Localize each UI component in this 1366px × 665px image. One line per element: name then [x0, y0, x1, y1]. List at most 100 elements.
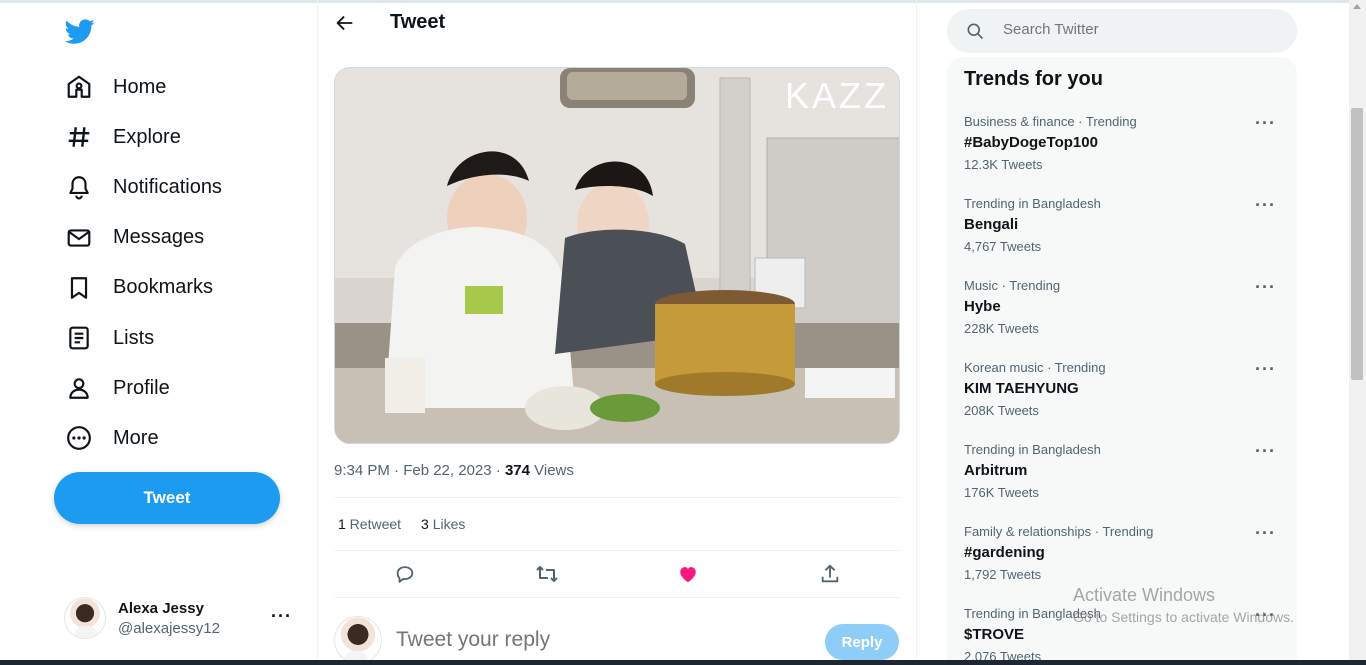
nav-item-label: Messages [113, 226, 205, 249]
trend-item[interactable]: Business & finance · Trending #BabyDogeT… [964, 114, 1284, 184]
tweet-stats: 1 Retweet 3 Likes [338, 516, 465, 532]
nav-item-notifications[interactable]: Notifications [56, 162, 222, 212]
trend-item[interactable]: Trending in Bangladesh Bengali 4,767 Twe… [964, 196, 1284, 266]
likes-count: 3 [421, 516, 429, 532]
trend-category: Business & finance · Trending [964, 114, 1137, 129]
tweet-actions [334, 559, 901, 589]
nav-item-label: Home [113, 75, 167, 98]
trend-category: Family & relationships · Trending [964, 524, 1154, 539]
trend-more-button[interactable]: ··· [1255, 524, 1276, 542]
more-circle-icon [66, 425, 92, 451]
trend-more-button[interactable]: ··· [1255, 114, 1276, 132]
bookmark-icon [66, 275, 92, 301]
nav-item-bookmarks[interactable]: Bookmarks [56, 263, 222, 313]
nav-item-profile[interactable]: Profile [56, 363, 222, 413]
list-icon [66, 325, 92, 351]
scroll-up-arrow-icon[interactable] [1353, 4, 1361, 9]
retweets-count: 1 [338, 516, 346, 532]
trend-name: Hybe [964, 298, 1001, 315]
trend-name: Arbitrum [964, 462, 1028, 479]
nav-item-label: Profile [113, 376, 170, 399]
page-scrollbar[interactable] [1349, 0, 1366, 665]
trend-count: 208K Tweets [964, 403, 1039, 418]
nav-item-label: Lists [113, 326, 155, 349]
trend-count: 1,792 Tweets [964, 567, 1042, 582]
share-icon[interactable] [818, 562, 842, 586]
likes-label: Likes [428, 516, 466, 532]
account-handle: @alexajessy12 [118, 619, 220, 637]
windows-activation-watermark: Activate Windows Go to Settings to activ… [1073, 585, 1294, 625]
trend-count: 176K Tweets [964, 485, 1039, 500]
trend-count: 4,767 Tweets [964, 239, 1042, 254]
views-label: Views [529, 462, 574, 479]
tweet-timestamp: 9:34 PM · Feb 22, 2023 · [334, 462, 505, 479]
trend-category: Trending in Bangladesh [964, 442, 1101, 457]
trend-category: Korean music · Trending [964, 360, 1106, 375]
retweets-stat[interactable]: 1 Retweet [338, 516, 401, 532]
svg-text:KAZZ: KAZZ [785, 75, 889, 116]
search-bar[interactable] [947, 9, 1297, 53]
home-icon [66, 74, 92, 100]
trend-name: #gardening [964, 544, 1045, 561]
trend-more-button[interactable]: ··· [1255, 360, 1276, 378]
avatar [64, 597, 106, 639]
search-input[interactable] [1003, 21, 1273, 38]
account-more-button[interactable]: ··· [271, 606, 292, 627]
trend-more-button[interactable]: ··· [1255, 196, 1276, 214]
nav-item-more[interactable]: More [56, 413, 222, 463]
nav-item-label: More [113, 426, 159, 449]
trend-name: $TROVE [964, 626, 1025, 643]
tweet-photo[interactable]: KAZZ [334, 67, 900, 444]
nav-item-home[interactable]: Home [56, 62, 222, 112]
likes-stat[interactable]: 3 Likes [421, 516, 465, 532]
watermark-title: Activate Windows [1073, 585, 1216, 605]
trend-item[interactable]: Korean music · Trending KIM TAEHYUNG 208… [964, 360, 1284, 430]
tweet-photo-image: KAZZ [335, 68, 899, 443]
nav-item-lists[interactable]: Lists [56, 313, 222, 363]
trend-name: #BabyDogeTop100 [964, 134, 1098, 151]
trend-more-button[interactable]: ··· [1255, 442, 1276, 460]
nav-item-explore[interactable]: Explore [56, 112, 222, 162]
divider [334, 550, 901, 551]
trend-more-button[interactable]: ··· [1255, 278, 1276, 296]
trend-item[interactable]: Music · Trending Hybe 228K Tweets ··· [964, 278, 1284, 348]
taskbar-edge [0, 660, 1366, 665]
tweet-button[interactable]: Tweet [54, 472, 280, 524]
envelope-icon [66, 225, 92, 251]
watermark-subtitle: Go to Settings to activate Windows. [1073, 609, 1294, 625]
nav-item-messages[interactable]: Messages [56, 213, 222, 263]
reply-input[interactable] [396, 628, 796, 652]
like-icon[interactable] [676, 562, 700, 586]
reply-icon[interactable] [393, 562, 417, 586]
nav-item-label: Notifications [113, 175, 222, 198]
hashtag-icon [66, 124, 92, 150]
scrollbar-thumb[interactable] [1351, 108, 1363, 380]
account-name: Alexa Jessy [118, 599, 204, 617]
views-count: 374 [504, 462, 530, 479]
main-column: Tweet KAZZ 9:34 PM · Feb 22, 2023 · 374 … [318, 0, 917, 665]
twitter-bird-icon[interactable] [64, 16, 96, 46]
trend-item[interactable]: Trending in Bangladesh Arbitrum 176K Twe… [964, 442, 1284, 512]
account-switcher[interactable]: Alexa Jessy @alexajessy12 ··· [64, 594, 304, 642]
back-arrow-icon[interactable] [334, 12, 356, 34]
avatar [334, 616, 382, 664]
trend-name: Bengali [964, 216, 1019, 233]
retweets-label: Retweet [345, 516, 402, 532]
nav-item-label: Bookmarks [113, 276, 214, 299]
reply-composer: Reply [334, 614, 901, 665]
trend-item[interactable]: Family & relationships · Trending #garde… [964, 524, 1284, 594]
person-icon [66, 375, 92, 401]
primary-nav: Home Explore Notifications Messages Book… [56, 62, 222, 464]
reply-button[interactable]: Reply [825, 624, 899, 660]
trend-count: 228K Tweets [964, 321, 1039, 336]
page-title: Tweet [390, 11, 446, 33]
retweet-icon[interactable] [535, 562, 559, 586]
trends-title: Trends for you [964, 68, 1103, 90]
trend-category: Music · Trending [964, 278, 1061, 293]
trend-count: 12.3K Tweets [964, 157, 1043, 172]
left-sidebar: Home Explore Notifications Messages Book… [0, 0, 318, 665]
tweet-meta: 9:34 PM · Feb 22, 2023 · 374 Views [334, 462, 574, 479]
trend-name: KIM TAEHYUNG [964, 380, 1079, 397]
nav-item-label: Explore [113, 125, 181, 148]
trend-category: Trending in Bangladesh [964, 196, 1101, 211]
